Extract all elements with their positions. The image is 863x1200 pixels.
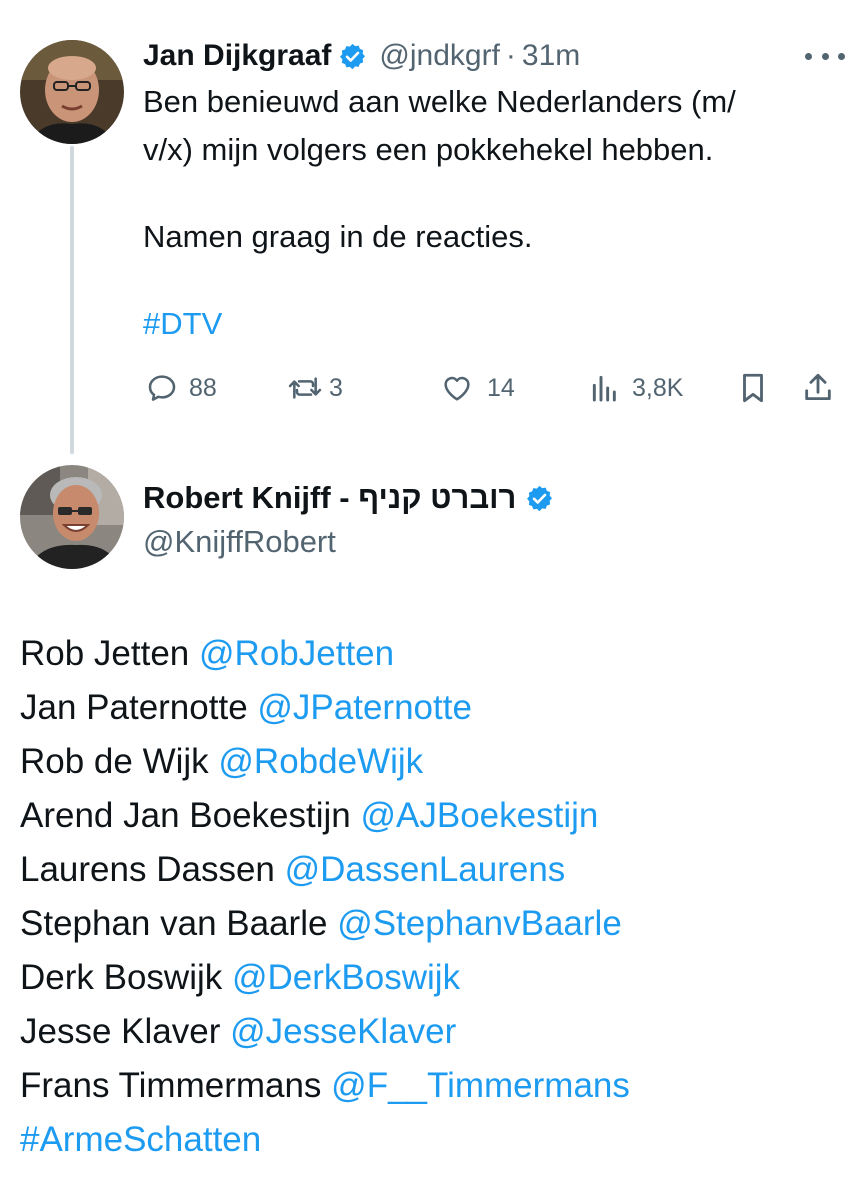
avatar-jan-dijkgraaf[interactable] <box>20 40 124 144</box>
separator-dot: · <box>505 39 516 72</box>
repost-icon <box>287 372 323 404</box>
list-item: Rob de Wijk @RobdeWijk <box>20 735 630 789</box>
author-name[interactable]: Robert Knijff - רוברט קניף <box>143 480 516 516</box>
person-name: Jesse Klaver <box>20 1012 221 1051</box>
hashtag-link[interactable]: #ArmeSchatten <box>20 1113 630 1167</box>
mention-link[interactable]: @JPaternotte <box>257 688 472 727</box>
timestamp[interactable]: 31m <box>522 39 580 73</box>
views-chart-icon <box>590 372 620 404</box>
mention-link[interactable]: @RobdeWijk <box>218 742 423 781</box>
list-item: Jesse Klaver @JesseKlaver <box>20 1005 630 1059</box>
person-name: Arend Jan Boekestijn <box>20 796 351 835</box>
mention-link[interactable]: @DassenLaurens <box>285 850 566 889</box>
person-name: Stephan van Baarle <box>20 904 328 943</box>
bookmark-icon <box>738 371 768 405</box>
views-count: 3,8K <box>632 373 684 402</box>
repost-count: 3 <box>329 373 343 402</box>
thread-line <box>70 146 74 454</box>
more-options-icon[interactable] <box>805 42 845 70</box>
person-name: Rob Jetten <box>20 634 190 673</box>
author-handle[interactable]: @jndkgrf <box>379 39 500 73</box>
views-button[interactable]: 3,8K <box>590 368 683 408</box>
mention-link[interactable]: @RobJetten <box>199 634 394 673</box>
tweet-text-line: Namen graag in de reacties. <box>143 219 533 254</box>
heart-icon <box>441 372 473 404</box>
mention-link[interactable]: @StephanvBaarle <box>337 904 622 943</box>
tweet1-header: Jan Dijkgraaf @jndkgrf · 31m <box>143 34 580 78</box>
verified-badge-icon <box>525 484 554 513</box>
list-item: Arend Jan Boekestijn @AJBoekestijn <box>20 789 630 843</box>
repost-button[interactable]: 3 <box>287 368 343 408</box>
verified-badge-icon <box>338 42 367 71</box>
person-name: Jan Paternotte <box>20 688 248 727</box>
reply-count: 88 <box>189 373 217 402</box>
avatar-robert-knijff[interactable] <box>20 465 124 569</box>
list-item: Jan Paternotte @JPaternotte <box>20 681 630 735</box>
person-name: Laurens Dassen <box>20 850 275 889</box>
list-item: Rob Jetten @RobJetten <box>20 627 630 681</box>
hashtag-link[interactable]: #DTV <box>143 300 833 348</box>
person-name: Rob de Wijk <box>20 742 209 781</box>
mention-link[interactable]: @JesseKlaver <box>230 1012 456 1051</box>
person-name: Derk Boswijk <box>20 958 223 997</box>
mention-link[interactable]: @F__Timmermans <box>331 1066 630 1105</box>
list-item: Laurens Dassen @DassenLaurens <box>20 843 630 897</box>
share-icon <box>801 371 835 405</box>
tweet-text-line: v/x) mijn volgers een pokkehekel hebben. <box>143 132 714 167</box>
share-button[interactable] <box>801 368 835 408</box>
list-item: Derk Boswijk @DerkBoswijk <box>20 951 630 1005</box>
like-button[interactable]: 14 <box>441 368 515 408</box>
author-name[interactable]: Jan Dijkgraaf <box>143 39 331 73</box>
like-count: 14 <box>487 373 515 402</box>
list-item: Frans Timmermans @F__Timmermans <box>20 1059 630 1113</box>
mention-link[interactable]: @DerkBoswijk <box>232 958 460 997</box>
tweet1-text: Ben benieuwd aan welke Nederlanders (m/ … <box>143 78 833 348</box>
bookmark-button[interactable] <box>738 368 768 408</box>
person-name: Frans Timmermans <box>20 1066 322 1105</box>
list-item: Stephan van Baarle @StephanvBaarle <box>20 897 630 951</box>
tweet2-text: Rob Jetten @RobJetten Jan Paternotte @JP… <box>20 627 630 1167</box>
reply-button[interactable]: 88 <box>146 368 217 408</box>
author-handle[interactable]: @KnijffRobert <box>143 520 336 564</box>
tweet2-header: Robert Knijff - רוברט קניף <box>143 473 554 523</box>
tweet-text-line: Ben benieuwd aan welke Nederlanders (m/ <box>143 84 736 119</box>
reply-icon <box>146 372 178 404</box>
mention-link[interactable]: @AJBoekestijn <box>361 796 599 835</box>
